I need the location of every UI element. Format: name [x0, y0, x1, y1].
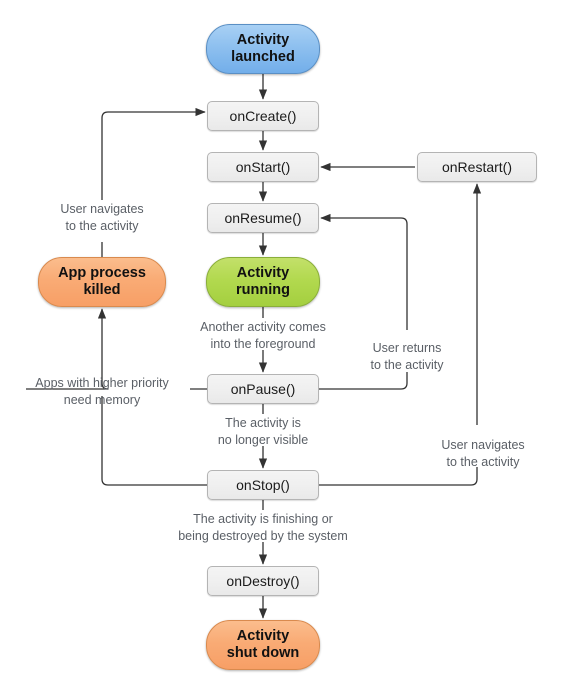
edge-label-no-longer-visible: The activity is no longer visible [191, 415, 335, 449]
edge-label-apps-higher-priority: Apps with higher priority need memory [22, 375, 182, 409]
edge-killed-to-oncreate-tail [101, 107, 206, 200]
edge-label-another-activity-line-1: Another activity comes [200, 320, 326, 334]
edge-label-no-longer-visible-line-1: The activity is [225, 416, 301, 430]
edge-label-user-navigates-right-line-1: User navigates [441, 438, 525, 452]
edge-label-finishing-destroyed: The activity is finishing or being destr… [168, 511, 358, 545]
node-onstart-label: onStart() [235, 158, 291, 175]
node-activity-shut-down[interactable]: Activity shut down [206, 620, 320, 670]
node-activity-running-line-1: Activity [236, 264, 290, 281]
edge-label-finishing-destroyed-line-2: being destroyed by the system [178, 528, 348, 543]
node-activity-running[interactable]: Activity running [206, 257, 320, 307]
edge-label-user-returns-line-2: to the activity [370, 357, 444, 372]
edge-label-user-navigates-right-line-2: to the activity [446, 454, 520, 469]
node-oncreate-label: onCreate() [229, 107, 297, 124]
node-activity-launched-line-1: Activity [236, 31, 290, 48]
node-activity-running-line-2: running [236, 282, 290, 298]
node-onresume[interactable]: onResume() [207, 203, 319, 233]
edge-label-user-returns-line-1: User returns [372, 341, 442, 355]
edge-label-apps-higher-priority-line-1: Apps with higher priority [35, 376, 169, 390]
edge-onpause-to-onresume-tail [320, 213, 408, 330]
node-app-process-killed-line-2: killed [83, 282, 121, 298]
edge-onpause-to-onresume [319, 372, 408, 390]
node-onstop-label: onStop() [236, 476, 290, 493]
node-activity-shut-down-line-2: shut down [226, 645, 300, 661]
edge-label-apps-higher-priority-line-2: need memory [63, 392, 141, 407]
node-activity-launched[interactable]: Activity launched [206, 24, 320, 74]
node-app-process-killed[interactable]: App process killed [38, 257, 166, 307]
node-activity-shut-down-line-1: Activity [236, 627, 290, 644]
node-onstop[interactable]: onStop() [207, 470, 319, 500]
activity-lifecycle-diagram: Activity launched onCreate() onStart() o… [0, 0, 572, 686]
edge-label-finishing-destroyed-line-1: The activity is finishing or [193, 512, 333, 526]
edge-label-user-navigates-left-line-1: User navigates [60, 202, 144, 216]
node-oncreate[interactable]: onCreate() [207, 101, 319, 131]
node-onresume-label: onResume() [224, 209, 302, 226]
node-onstart[interactable]: onStart() [207, 152, 319, 182]
edge-label-another-activity-line-2: into the foreground [210, 336, 316, 351]
edge-label-no-longer-visible-line-2: no longer visible [217, 432, 309, 447]
edge-label-user-returns: User returns to the activity [357, 340, 457, 374]
node-onpause-label: onPause() [230, 380, 296, 397]
edge-label-another-activity: Another activity comes into the foregrou… [188, 319, 338, 353]
node-ondestroy[interactable]: onDestroy() [207, 566, 319, 596]
node-activity-launched-line-2: launched [231, 49, 295, 65]
node-app-process-killed-line-1: App process [58, 264, 146, 281]
node-onrestart[interactable]: onRestart() [417, 152, 537, 182]
node-onpause[interactable]: onPause() [207, 374, 319, 404]
edge-label-user-navigates-left: User navigates to the activity [42, 201, 162, 235]
node-onrestart-label: onRestart() [441, 158, 513, 175]
edge-label-user-navigates-right: User navigates to the activity [423, 437, 543, 471]
edge-label-user-navigates-left-line-2: to the activity [65, 218, 139, 233]
node-ondestroy-label: onDestroy() [226, 572, 300, 589]
